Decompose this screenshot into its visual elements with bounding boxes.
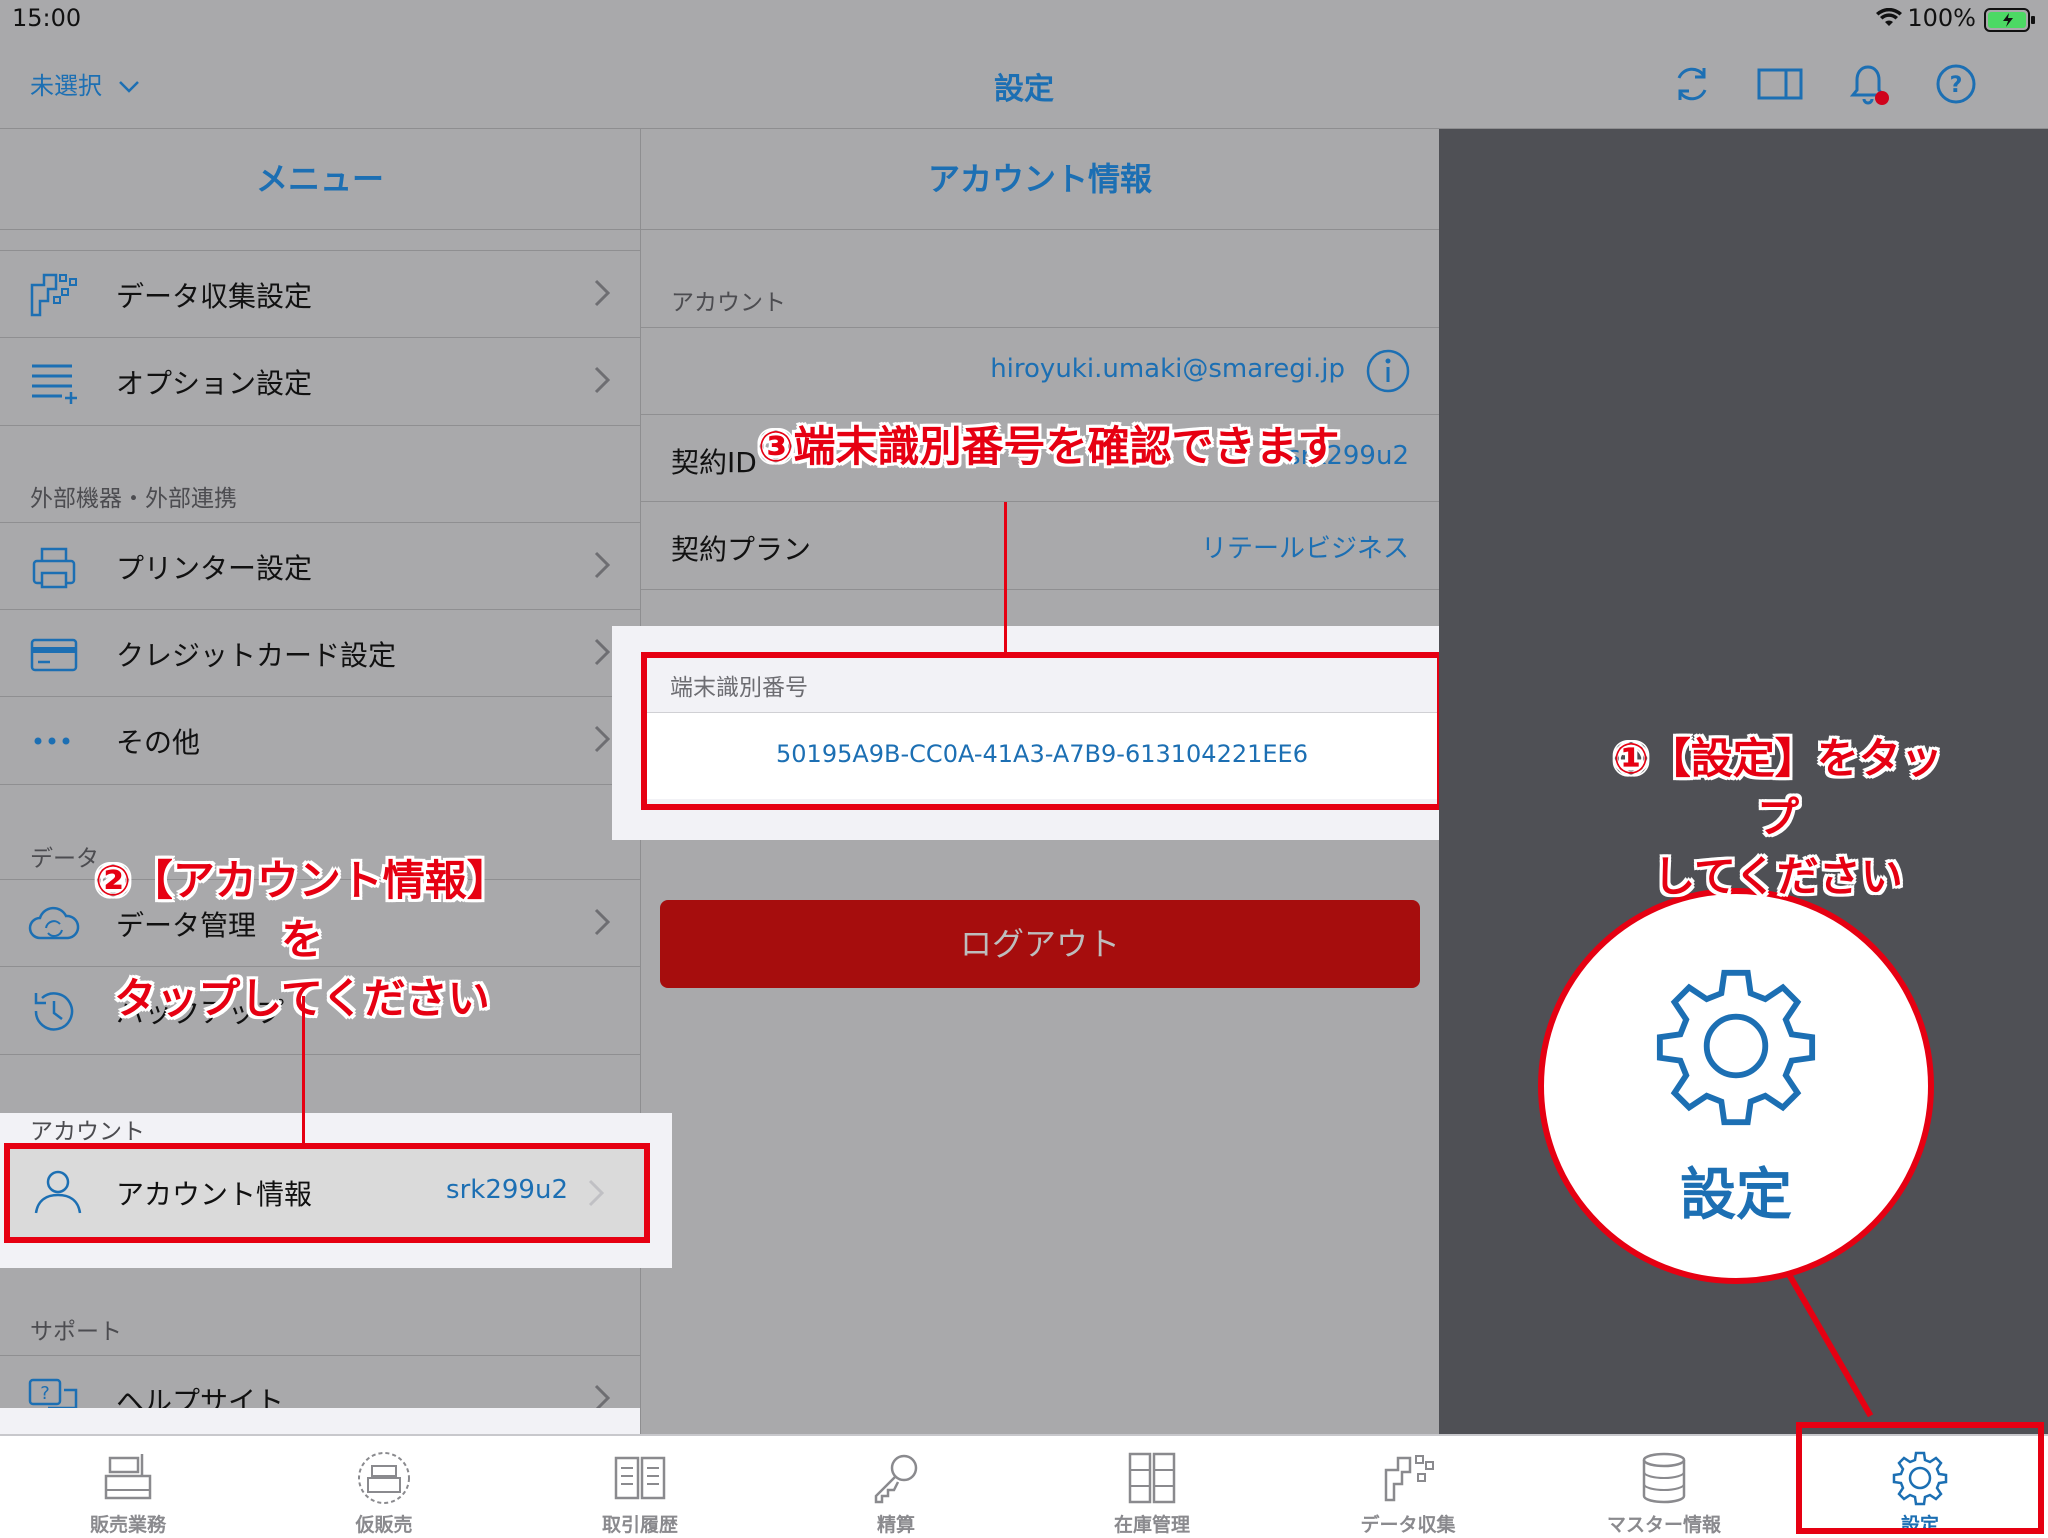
list-add-icon [32, 364, 77, 404]
clock-back-icon [34, 992, 74, 1031]
tab-label: 取引履歴 [601, 1514, 678, 1536]
section-label-account: アカウント [671, 290, 786, 316]
menu-item-label: オプション設定 [116, 367, 313, 400]
annotation-step-1-line-2: してください [1653, 851, 1903, 901]
tab-data-collection[interactable]: データ収集 [1280, 1436, 1536, 1538]
menu-item-credit-card-settings[interactable]: クレジットカード設定 [0, 609, 640, 698]
navigation-bar: 設定 未選択 ? [0, 40, 2048, 129]
account-highlight-box [4, 1143, 650, 1243]
inventory-icon [1128, 1452, 1176, 1504]
store-selector[interactable]: 未選択 [30, 66, 140, 101]
tab-label: マスター情報 [1606, 1514, 1721, 1536]
battery-icon [1984, 8, 2035, 32]
menu-item-label: プリンター設定 [116, 552, 313, 585]
tab-temp-sale[interactable]: 仮販売 [256, 1436, 512, 1538]
temp-sale-icon [358, 1452, 410, 1504]
menu-item-label: データ収集設定 [116, 280, 313, 313]
chevron-right-icon [594, 725, 610, 753]
detail-header: アカウント情報 [641, 129, 1439, 230]
menu-item-data-collection-settings[interactable]: データ収集設定 [0, 250, 640, 339]
section-label-account: アカウント [30, 1119, 145, 1145]
annotation-step-1-line-1: ①【設定】をタップ [1613, 734, 1943, 842]
chevron-right-icon [594, 366, 610, 394]
tab-label: 精算 [876, 1514, 915, 1536]
tab-label: データ収集 [1360, 1514, 1456, 1536]
annotation-step-2-line-1: ②【アカウント情報】を [95, 856, 509, 964]
menu-item-other[interactable]: その他 [0, 696, 640, 785]
email-value: hiroyuki.umaki@smaregi.jp [990, 354, 1345, 384]
email-row: hiroyuki.umaki@smaregi.jp [641, 327, 1439, 415]
annotation-step-1: ①【設定】をタップ してください [1598, 730, 1958, 906]
database-icon [1642, 1452, 1686, 1504]
split-view-icon[interactable] [1756, 62, 1804, 106]
menu-item-option-settings[interactable]: オプション設定 [0, 337, 640, 426]
key-icon [874, 1454, 918, 1504]
annotation-step-3: ③端末識別番号を確認できます [758, 422, 1340, 471]
credit-card-icon [30, 638, 78, 672]
plan-row: 契約プラン リテールビジネス [641, 501, 1439, 590]
tab-bar: 販売業務 仮販売 取引履歴 精算 在庫管理 データ収集 マスター情報 設定 [0, 1434, 2048, 1538]
menu-item-label: その他 [116, 726, 201, 759]
register-icon [104, 1454, 152, 1500]
svg-text:?: ? [1950, 73, 1963, 98]
data-collect-icon [1384, 1455, 1434, 1502]
menu-item-printer-settings[interactable]: プリンター設定 [0, 522, 640, 611]
history-icon [614, 1456, 666, 1500]
menu-header: メニュー [0, 129, 640, 230]
section-label-external: 外部機器・外部連携 [30, 486, 237, 512]
info-icon[interactable] [1365, 348, 1411, 394]
contract-id-label: 契約ID [671, 446, 757, 479]
chevron-right-icon [594, 908, 610, 936]
wifi-icon [1876, 8, 1902, 26]
logout-button[interactable]: ログアウト [660, 900, 1420, 988]
help-strip [0, 1408, 640, 1434]
tab-label: 仮販売 [355, 1514, 413, 1536]
tab-label: 販売業務 [89, 1514, 166, 1536]
tab-sales[interactable]: 販売業務 [0, 1436, 256, 1538]
tab-history[interactable]: 取引履歴 [512, 1436, 768, 1538]
help-icon[interactable]: ? [1934, 62, 1978, 106]
chevron-right-icon [594, 638, 610, 666]
gear-icon [1656, 969, 1816, 1126]
chevron-right-icon [594, 279, 610, 307]
zoom-callout-label: 設定 [1680, 1163, 1792, 1228]
refresh-icon[interactable] [1670, 62, 1714, 106]
tab-inventory[interactable]: 在庫管理 [1024, 1436, 1280, 1538]
more-icon [34, 737, 70, 745]
settings-tab-highlight-box [1796, 1422, 2044, 1534]
plan-value: リテールビジネス [1200, 534, 1409, 564]
plan-label: 契約プラン [671, 533, 812, 566]
status-time: 15:00 [12, 4, 82, 32]
page-title: 設定 [994, 72, 1054, 107]
status-bar: 15:00 100% [0, 0, 2048, 40]
svg-text:?: ? [40, 1383, 50, 1404]
chevron-down-icon [118, 81, 139, 93]
tab-master-info[interactable]: マスター情報 [1536, 1436, 1792, 1538]
tab-settlement[interactable]: 精算 [768, 1436, 1024, 1538]
menu-item-label: クレジットカード設定 [116, 639, 397, 672]
bell-icon[interactable] [1846, 62, 1890, 106]
printer-icon [32, 547, 76, 589]
cloud-sync-icon [28, 906, 80, 940]
section-label-support: サポート [30, 1319, 122, 1345]
data-collect-icon [30, 273, 77, 317]
store-selector-label: 未選択 [30, 72, 102, 100]
battery-percent: 100% [1907, 4, 1976, 32]
device-id-highlight-box [641, 652, 1443, 810]
chevron-right-icon [594, 551, 610, 579]
tab-label: 在庫管理 [1113, 1514, 1190, 1536]
callout-line-2 [302, 996, 305, 1143]
callout-line-3 [1004, 502, 1007, 652]
